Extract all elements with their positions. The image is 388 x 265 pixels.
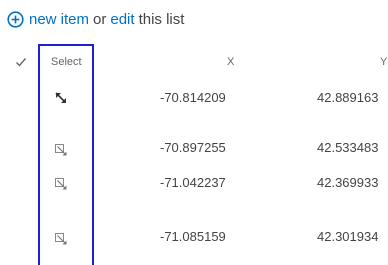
list-view: new item or edit this list Select X Y -7… (0, 0, 388, 265)
table-row[interactable]: -70.814209 42.889163 (0, 86, 388, 116)
column-header-select[interactable]: Select (51, 56, 82, 68)
cell-x: -70.814209 (160, 90, 226, 105)
edit-item-icon[interactable] (54, 91, 68, 105)
cell-x: -70.897255 (160, 140, 226, 155)
or-text: or (93, 10, 107, 28)
edit-list-link[interactable]: edit (110, 11, 134, 28)
list-toolbar: new item or edit this list (7, 9, 184, 29)
cell-y: 42.369933 (317, 175, 379, 190)
new-item-link[interactable]: new item (29, 11, 89, 28)
table-row[interactable]: -70.897255 42.533483 (0, 138, 388, 168)
plus-circle-icon[interactable] (7, 10, 24, 28)
edit-item-icon[interactable] (54, 143, 68, 157)
cell-y: 42.533483 (317, 140, 379, 155)
table-row[interactable]: -71.042237 42.369933 (0, 173, 388, 203)
edit-item-icon[interactable] (54, 232, 68, 246)
cell-y: 42.889163 (317, 90, 379, 105)
table-row[interactable]: -71.085159 42.301934 (0, 225, 388, 255)
cell-y: 42.301934 (317, 229, 379, 244)
edit-item-icon[interactable] (54, 177, 68, 191)
column-header-y[interactable]: Y (380, 56, 387, 68)
this-list-text: this list (138, 10, 185, 28)
cell-x: -71.042237 (160, 175, 226, 190)
checkmark-icon[interactable] (15, 55, 27, 67)
cell-x: -71.085159 (160, 229, 226, 244)
column-header-x[interactable]: X (227, 56, 234, 68)
